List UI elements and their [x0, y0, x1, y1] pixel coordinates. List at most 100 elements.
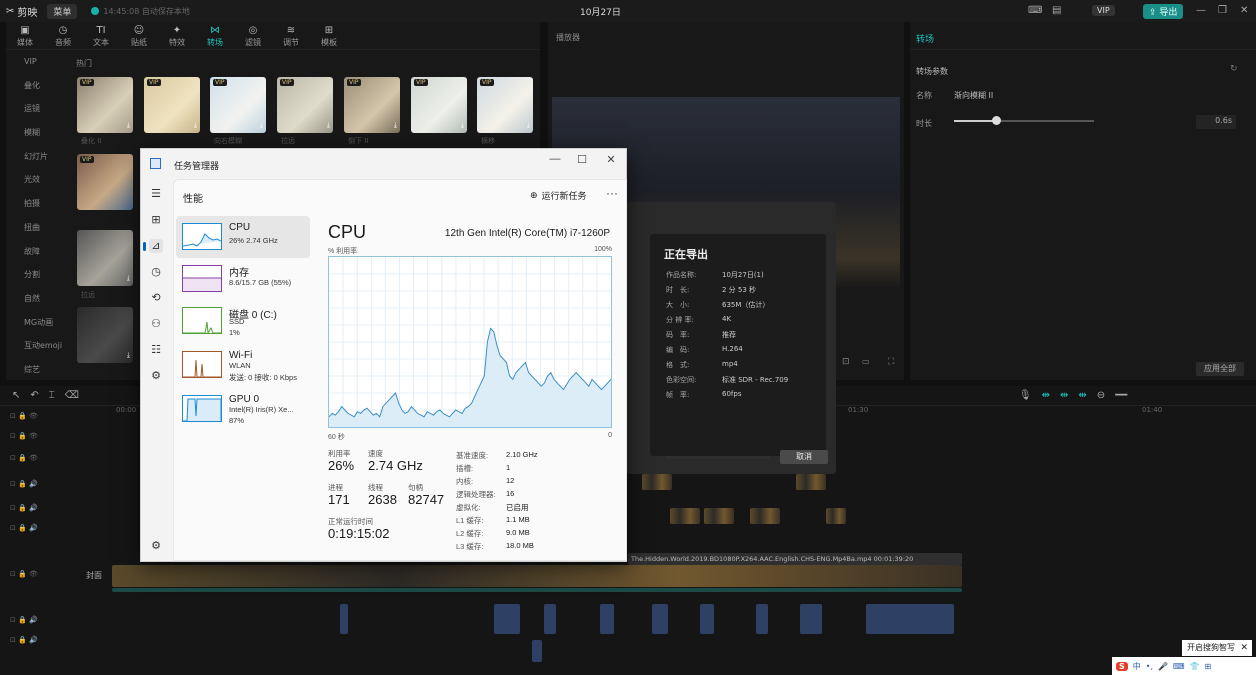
category-item[interactable]: 运镜	[6, 97, 70, 121]
menu-button[interactable]: 菜单	[47, 3, 78, 19]
track-controls[interactable]: ⊡ 🔒 🔊	[10, 616, 38, 624]
split-icon[interactable]: ⌶	[49, 390, 55, 401]
category-item[interactable]: 叠化	[6, 74, 70, 98]
run-new-task-button[interactable]: ⊕ 运行新任务	[530, 189, 587, 202]
audio-clip[interactable]	[494, 604, 520, 634]
transition-thumb[interactable]: VIP ⤓	[144, 77, 200, 133]
track-controls[interactable]: ⊡ 🔒 🔊	[10, 636, 38, 644]
startup-icon[interactable]: ⟲	[149, 291, 163, 305]
vip-button[interactable]: VIP	[1092, 5, 1115, 16]
fullscreen-icon[interactable]: ⛶	[888, 357, 894, 367]
transition-thumb[interactable]: ⤓	[77, 230, 133, 286]
track-controls[interactable]: ⊡ 🔒 🔊	[10, 480, 38, 488]
audio-clip[interactable]	[652, 604, 668, 634]
tab-filters[interactable]: ◎ 滤镜	[234, 22, 272, 49]
category-item[interactable]: VIP	[6, 50, 70, 74]
category-item[interactable]: 自然	[6, 287, 70, 311]
track-controls[interactable]: ⊡ 🔒 👁	[10, 454, 38, 462]
track-controls[interactable]: ⊡ 🔒 👁	[10, 412, 38, 420]
category-item[interactable]: 拍摄	[6, 192, 70, 216]
ime-tooltip[interactable]: 开启搜狗智写 ✕	[1182, 640, 1252, 656]
resource-item-cpu[interactable]: CPU 26% 2.74 GHz	[176, 216, 310, 258]
video-clip[interactable]	[704, 508, 734, 524]
maximize-icon[interactable]: ☐	[570, 153, 594, 166]
transition-thumb[interactable]: VIP ⤓	[277, 77, 333, 133]
audio-clip[interactable]	[756, 604, 768, 634]
punctuation-icon[interactable]: •,	[1146, 662, 1153, 671]
screenshot-icon[interactable]: ⊡	[842, 357, 850, 367]
app-history-icon[interactable]: ◷	[149, 265, 163, 279]
tab-text[interactable]: TI 文本	[82, 22, 120, 49]
track-controls[interactable]: ⊡ 🔒 🔊	[10, 504, 38, 512]
zoom-out-icon[interactable]: ⊖	[1097, 390, 1105, 401]
category-item[interactable]: 综艺	[6, 358, 70, 382]
details-icon[interactable]: ☷	[149, 343, 163, 357]
ratio-icon[interactable]: ▭	[862, 357, 870, 366]
cancel-export-button[interactable]: 取消	[780, 450, 828, 464]
maximize-icon[interactable]: ❐	[1218, 5, 1227, 16]
tab-stickers[interactable]: ☺ 贴纸	[120, 22, 158, 49]
category-item[interactable]: 扭曲	[6, 216, 70, 240]
duration-slider[interactable]	[954, 116, 1094, 125]
category-item[interactable]: 故障	[6, 240, 70, 264]
cover-label[interactable]: 封面	[86, 570, 102, 581]
audio-clip[interactable]	[544, 604, 556, 634]
microphone-icon[interactable]: 🎤	[1158, 662, 1168, 671]
transition-thumb[interactable]: VIP	[77, 154, 133, 210]
microphone-icon[interactable]: 🎙	[1019, 390, 1032, 401]
export-button[interactable]: ⇪ 导出	[1143, 4, 1184, 19]
audio-clip[interactable]	[532, 640, 542, 662]
reset-icon[interactable]: ↻	[1230, 64, 1238, 74]
zoom-slider[interactable]: ━━	[1115, 390, 1127, 401]
resource-item-wifi[interactable]: Wi-Fi WLAN 发送: 0 接收: 0 Kbps	[176, 344, 310, 386]
transition-thumb[interactable]: VIP ⤓	[210, 77, 266, 133]
keyboard-icon[interactable]: ⌨	[1028, 5, 1042, 16]
duration-input[interactable]: 0.6s	[1196, 115, 1236, 129]
magnet-icon[interactable]: ⇹	[1078, 390, 1086, 401]
sogou-icon[interactable]: S	[1116, 661, 1128, 671]
apply-all-button[interactable]: 应用全部	[1196, 362, 1244, 376]
audio-clip[interactable]	[340, 604, 348, 634]
category-item[interactable]: 幻灯片	[6, 145, 70, 169]
toolbox-icon[interactable]: ⊞	[1205, 662, 1212, 671]
users-icon[interactable]: ⚇	[149, 317, 163, 331]
track-controls[interactable]: ⊡ 🔒 👁	[10, 570, 38, 578]
minimize-icon[interactable]: —	[1196, 5, 1206, 16]
link-icon[interactable]: ⇹	[1042, 390, 1050, 401]
video-clip[interactable]	[670, 508, 700, 524]
category-item[interactable]: 分割	[6, 263, 70, 287]
skin-icon[interactable]: 👕	[1190, 662, 1200, 671]
audio-clip[interactable]	[700, 604, 714, 634]
layout-icon[interactable]: ▤	[1052, 5, 1061, 16]
processes-icon[interactable]: ⊞	[149, 213, 163, 227]
performance-icon[interactable]: ⊿	[143, 239, 163, 253]
delete-icon[interactable]: ⌫	[65, 390, 79, 401]
transition-thumb[interactable]: VIP ⤓	[344, 77, 400, 133]
select-tool-icon[interactable]: ↖	[12, 390, 20, 401]
transition-thumb[interactable]: VIP ⤓	[77, 77, 133, 133]
transition-thumb[interactable]: ⤓	[77, 307, 133, 363]
slider-knob[interactable]	[992, 116, 1001, 125]
audio-clip[interactable]	[800, 604, 822, 634]
track-controls[interactable]: ⊡ 🔒 🔊	[10, 524, 38, 532]
category-item[interactable]: 互动emoji	[6, 334, 70, 358]
ime-mode[interactable]: 中	[1133, 661, 1141, 672]
transition-thumb[interactable]: VIP ⤓	[477, 77, 533, 133]
video-clip[interactable]	[750, 508, 780, 524]
properties-tab[interactable]: 转场	[910, 22, 1256, 50]
main-video-clip[interactable]	[112, 565, 962, 587]
resource-item-memory[interactable]: 内存 8.6/15.7 GB (55%)	[176, 258, 310, 300]
audio-clip[interactable]	[600, 604, 614, 634]
close-icon[interactable]: ✕	[1240, 5, 1248, 16]
category-item[interactable]: 光效	[6, 168, 70, 192]
settings-icon[interactable]: ⚙	[149, 539, 163, 553]
hamburger-icon[interactable]: ☰	[149, 187, 163, 201]
close-icon[interactable]: ✕	[1240, 640, 1248, 656]
keyboard-icon[interactable]: ⌨	[1173, 662, 1185, 671]
task-manager-titlebar[interactable]: 任务管理器 — ☐ ✕	[141, 149, 626, 179]
tab-templates[interactable]: ⊞ 模板	[310, 22, 348, 49]
tab-audio[interactable]: ◷ 音频	[44, 22, 82, 49]
tab-adjust[interactable]: ≋ 调节	[272, 22, 310, 49]
transition-thumb[interactable]: VIP ⤓	[411, 77, 467, 133]
resource-item-disk[interactable]: 磁盘 0 (C:) SSD 1%	[176, 300, 310, 342]
